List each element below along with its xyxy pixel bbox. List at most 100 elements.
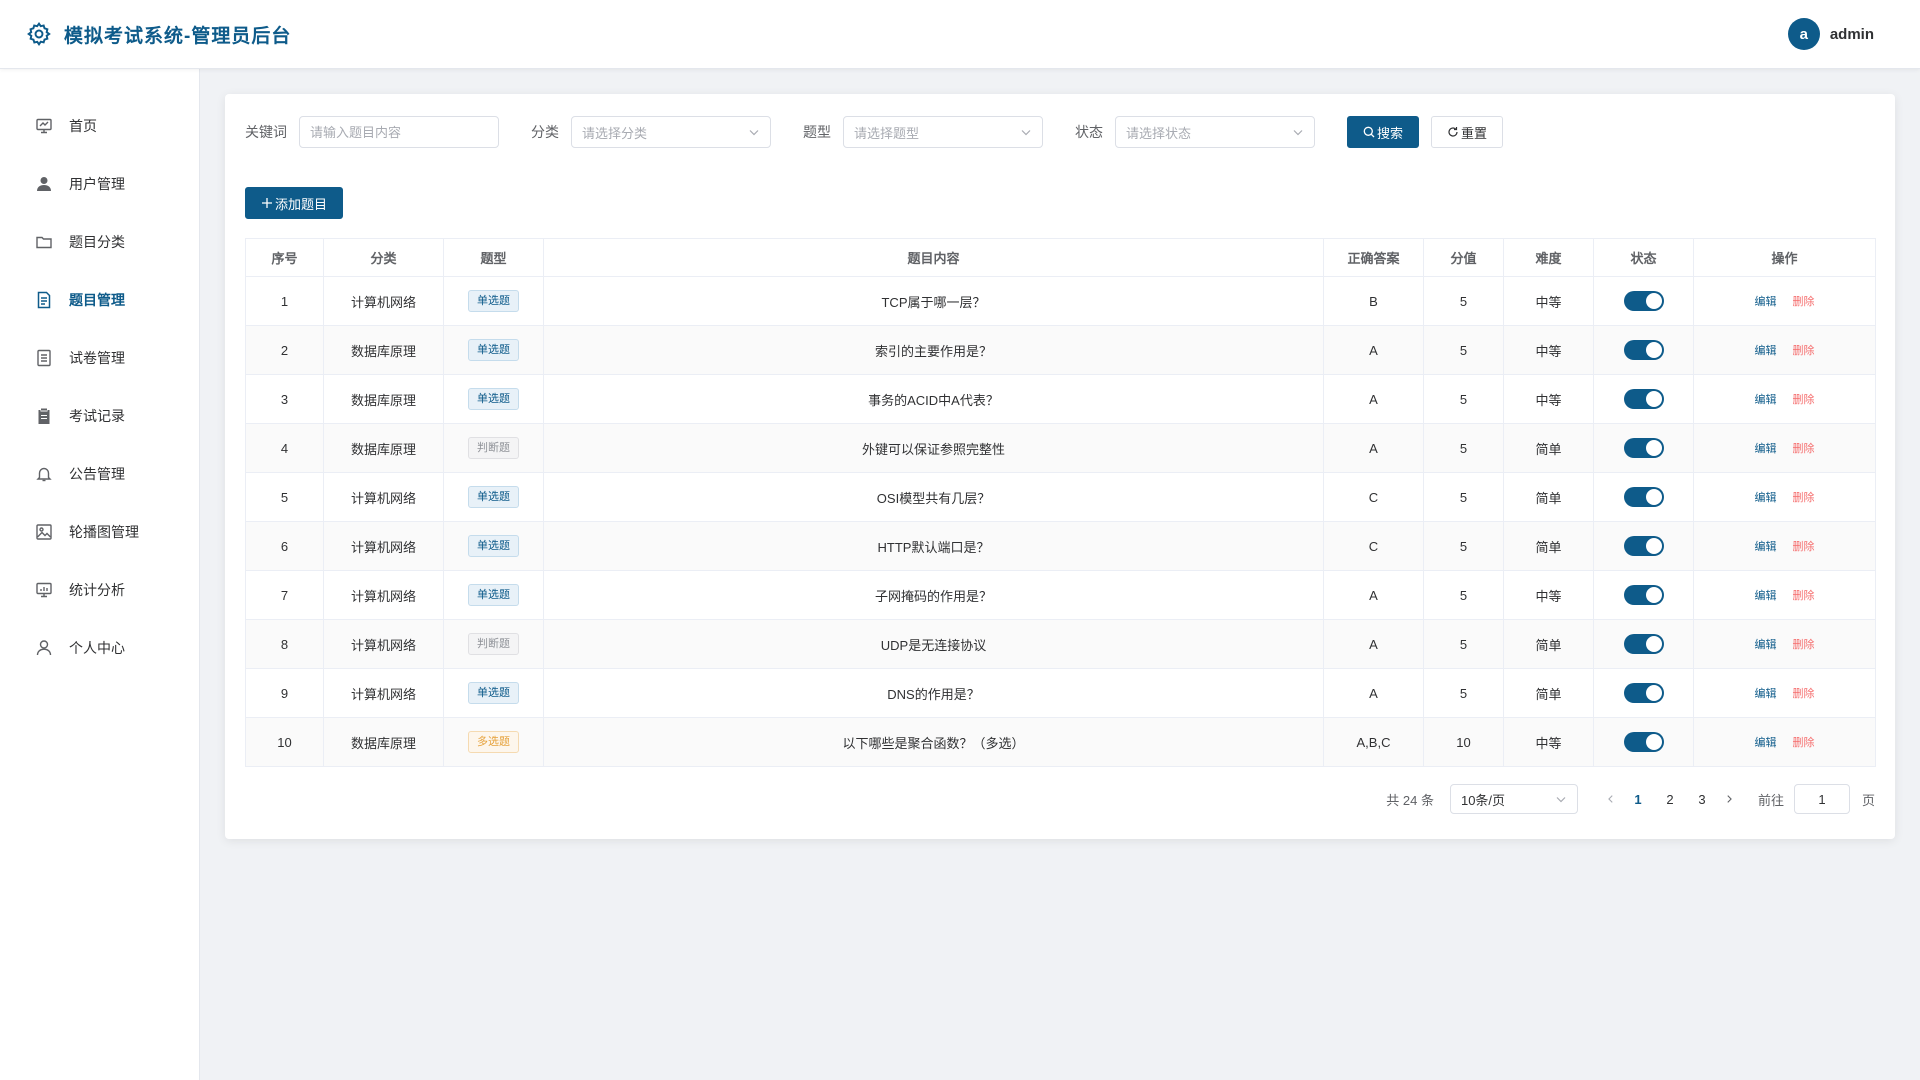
avatar[interactable]: a [1787,18,1820,50]
row-answer: A [1323,423,1424,473]
column-header: 状态 [1593,238,1694,277]
add-question-button[interactable]: 添加题目 [245,187,344,219]
row-content: HTTP默认端口是？ [543,521,1324,571]
status-toggle[interactable] [1623,634,1664,654]
delete-button[interactable]: 删除 [1793,296,1815,308]
edit-button[interactable]: 编辑 [1755,541,1777,553]
row-type-cell: 多选题 [443,717,544,767]
delete-button[interactable]: 删除 [1793,443,1815,455]
sidebar-item-profile[interactable]: 个人中心 [0,619,199,677]
status-toggle[interactable] [1623,291,1664,311]
question-type-tag: 单选题 [468,339,519,361]
page-number-2[interactable]: 2 [1654,792,1686,807]
edit-button[interactable]: 编辑 [1755,737,1777,749]
sidebar: 首页 用户管理 题目分类 题目管理 试卷管理 考试记录 公告管理 轮播图管理 统… [0,69,200,1080]
status-label: 状态 [1075,124,1103,140]
row-number: 8 [245,619,324,669]
status-toggle[interactable] [1623,389,1664,409]
search-button[interactable]: 搜索 [1347,116,1420,148]
edit-button[interactable]: 编辑 [1755,443,1777,455]
row-answer: C [1323,521,1424,571]
row-type-cell: 单选题 [443,325,544,375]
status-toggle[interactable] [1623,585,1664,605]
row-category: 计算机网络 [323,472,444,522]
delete-button[interactable]: 删除 [1793,590,1815,602]
row-actions: 编辑 删除 [1693,325,1876,375]
sidebar-item-users[interactable]: 用户管理 [0,155,199,213]
chevron-down-icon [1555,793,1567,805]
sidebar-item-announcements[interactable]: 公告管理 [0,445,199,503]
row-number: 5 [245,472,324,522]
status-toggle[interactable] [1623,438,1664,458]
row-number: 7 [245,570,324,620]
row-difficulty: 中等 [1503,717,1594,767]
delete-button[interactable]: 删除 [1793,639,1815,651]
status-toggle[interactable] [1623,487,1664,507]
edit-button[interactable]: 编辑 [1755,590,1777,602]
edit-button[interactable]: 编辑 [1755,345,1777,357]
table-row: 4 数据库原理 判断题 外键可以保证参照完整性 A 5 简单 编辑 删除 [245,423,1876,473]
sidebar-item-home[interactable]: 首页 [0,97,199,155]
prev-page-button[interactable] [1600,792,1622,807]
toolbar: 添加题目 [245,187,1875,219]
row-answer: A [1323,570,1424,620]
edit-button[interactable]: 编辑 [1755,394,1777,406]
column-header: 正确答案 [1323,238,1424,277]
status-toggle[interactable] [1623,683,1664,703]
delete-button[interactable]: 删除 [1793,737,1815,749]
page-number-3[interactable]: 3 [1686,792,1718,807]
keyword-input[interactable] [299,116,499,148]
delete-button[interactable]: 删除 [1793,345,1815,357]
sidebar-item-exam-records[interactable]: 考试记录 [0,387,199,445]
row-type-cell: 单选题 [443,374,544,424]
row-category: 计算机网络 [323,570,444,620]
edit-button[interactable]: 编辑 [1755,492,1777,504]
sidebar-item-categories[interactable]: 题目分类 [0,213,199,271]
page-number-1[interactable]: 1 [1622,792,1654,807]
status-toggle[interactable] [1623,536,1664,556]
username[interactable]: admin [1830,26,1874,43]
sidebar-item-banners[interactable]: 轮播图管理 [0,503,199,561]
bell-icon [35,465,53,483]
category-filter: 分类 请选择分类 [531,116,771,148]
user-menu[interactable]: a admin [1787,18,1874,50]
keyword-filter: 关键词 [245,116,499,148]
delete-button[interactable]: 删除 [1793,541,1815,553]
row-score: 5 [1423,668,1504,718]
chevron-down-icon [748,126,760,138]
sidebar-item-label: 个人中心 [69,640,125,656]
row-actions: 编辑 删除 [1693,276,1876,326]
delete-button[interactable]: 删除 [1793,492,1815,504]
next-page-button[interactable] [1718,792,1740,807]
page-size-select[interactable]: 10条/页 [1449,784,1578,814]
status-select[interactable]: 请选择状态 [1115,116,1315,148]
edit-button[interactable]: 编辑 [1755,296,1777,308]
category-select[interactable]: 请选择分类 [571,116,771,148]
question-table: 序号 分类 题型 题目内容 正确答案 分值 难度 状态 操作 1 计算机网络 单选题… [245,238,1876,767]
question-type-tag: 多选题 [468,731,519,753]
sidebar-item-questions[interactable]: 题目管理 [0,271,199,329]
edit-button[interactable]: 编辑 [1755,639,1777,651]
row-actions: 编辑 删除 [1693,717,1876,767]
reset-button[interactable]: 重置 [1431,116,1504,148]
sidebar-item-statistics[interactable]: 统计分析 [0,561,199,619]
type-filter: 题型 请选择题型 [803,116,1043,148]
type-select[interactable]: 请选择题型 [843,116,1043,148]
status-toggle[interactable] [1623,732,1664,752]
paper-icon [35,349,53,367]
goto-page-input[interactable] [1793,784,1850,814]
status-toggle[interactable] [1623,340,1664,360]
delete-button[interactable]: 删除 [1793,394,1815,406]
question-type-tag: 判断题 [468,437,519,459]
row-status-cell [1593,325,1694,375]
category-placeholder: 请选择分类 [582,125,648,141]
table-row: 7 计算机网络 单选题 子网掩码的作用是？ A 5 中等 编辑 删除 [245,570,1876,620]
sidebar-item-papers[interactable]: 试卷管理 [0,329,199,387]
row-score: 5 [1423,276,1504,326]
row-score: 5 [1423,521,1504,571]
type-placeholder: 请选择题型 [854,125,920,141]
edit-button[interactable]: 编辑 [1755,688,1777,700]
row-actions: 编辑 删除 [1693,472,1876,522]
delete-button[interactable]: 删除 [1793,688,1815,700]
column-header: 操作 [1693,238,1876,277]
